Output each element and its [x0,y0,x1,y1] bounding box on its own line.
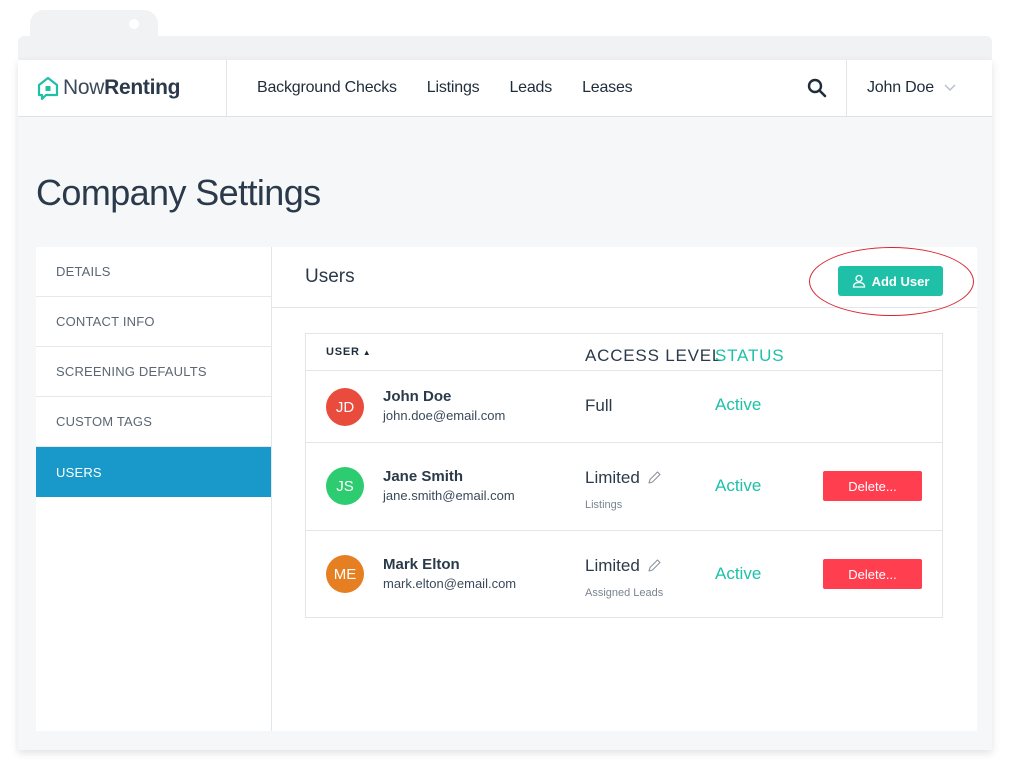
page-title: Company Settings [36,172,321,213]
users-panel-title: Users [305,266,355,287]
user-menu[interactable]: John Doe [847,60,992,116]
user-name: Jane Smith [383,468,464,485]
column-header-status: STATUS [715,346,785,365]
user-menu-name: John Doe [867,79,934,96]
table-row: ME Mark Elton mark.elton@email.com Limit… [306,531,942,619]
nav-leads[interactable]: Leads [509,79,552,97]
nav-background-checks[interactable]: Background Checks [257,79,397,97]
sidebar-item-users[interactable]: USERS [36,447,271,497]
user-email: john.doe@email.com [383,408,506,423]
user-email: jane.smith@email.com [383,488,515,503]
user-email: mark.elton@email.com [383,576,517,591]
table-row: JS Jane Smith jane.smith@email.com Limit… [306,443,942,531]
access-scope: Assigned Leads [585,587,664,599]
access-level[interactable]: Limited [585,556,662,576]
status-badge: Active [715,395,762,414]
brand-logo[interactable]: NowRenting [18,60,227,116]
main-nav: Background Checks Listings Leads Leases [227,60,787,116]
avatar: ME [326,555,364,593]
search-button[interactable] [787,60,847,116]
brand-text-bold: Renting [104,76,181,99]
delete-user-button[interactable]: Delete... [823,471,922,501]
access-scope: Listings [585,499,623,511]
status-badge: Active [715,564,762,583]
house-chat-icon [37,76,59,101]
brand-text-light: Now [63,76,105,99]
avatar: JD [326,388,364,426]
delete-user-button[interactable]: Delete... [823,559,922,589]
status-badge: Active [715,476,762,495]
users-table: USER ▲ ACCESS LEVEL STATUS JD John Doe jo… [305,333,943,618]
users-panel-header: Users Add User [272,247,977,316]
add-user-label: Add User [871,273,930,289]
column-header-access-level: ACCESS LEVEL [585,346,723,365]
top-header: NowRenting Background Checks Listings Le… [18,60,992,117]
settings-sidebar: DETAILS CONTACT INFO SCREENING DEFAULTS … [36,247,272,731]
table-row: JD John Doe john.doe@email.com Full Acti… [306,371,942,443]
pencil-icon[interactable] [646,558,662,574]
column-header-user[interactable]: USER ▲ [326,346,371,358]
browser-frame-top [18,36,992,60]
table-header: USER ▲ ACCESS LEVEL STATUS [306,334,942,371]
nav-listings[interactable]: Listings [427,79,480,97]
pencil-icon[interactable] [646,470,662,486]
sort-up-icon: ▲ [362,348,372,357]
users-panel: Users Add User USER ▲ ACCESS LEVEL STATUS… [272,247,977,731]
sidebar-item-details[interactable]: DETAILS [36,247,271,297]
sidebar-item-screening-defaults[interactable]: SCREENING DEFAULTS [36,347,271,397]
user-icon [852,274,865,288]
search-icon [807,78,826,98]
avatar: JS [326,467,364,505]
user-name: Mark Elton [383,556,460,573]
user-name: John Doe [383,388,452,405]
app-window: NowRenting Background Checks Listings Le… [18,60,992,750]
access-level: Full [585,396,613,415]
browser-tab-dot [129,19,139,29]
access-level[interactable]: Limited [585,468,662,488]
sidebar-item-contact-info[interactable]: CONTACT INFO [36,297,271,347]
add-user-button[interactable]: Add User [838,266,943,296]
sidebar-item-custom-tags[interactable]: CUSTOM TAGS [36,397,271,447]
chevron-down-icon [944,79,956,97]
nav-leases[interactable]: Leases [582,79,633,97]
